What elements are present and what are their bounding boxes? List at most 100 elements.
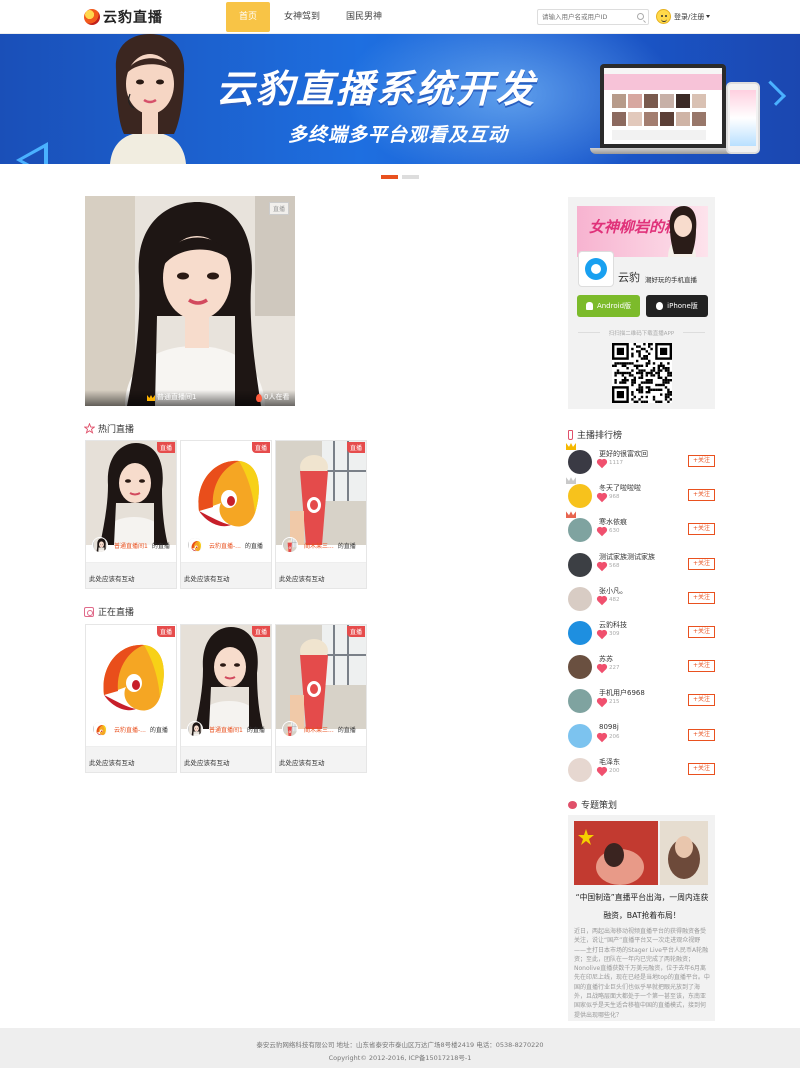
- anchor-name[interactable]: 毛泽东: [599, 757, 620, 767]
- follow-button[interactable]: +关注: [688, 523, 715, 536]
- streamer-avatar[interactable]: [282, 537, 298, 553]
- follow-button[interactable]: +关注: [688, 489, 715, 502]
- heart-icon: [597, 733, 607, 742]
- anchor-avatar[interactable]: [568, 689, 592, 714]
- stream-thumb-image: [188, 722, 202, 736]
- stream-suffix: 的直播: [151, 542, 170, 550]
- ranking-item: 更好的很富欢回 1117 +关注: [566, 443, 716, 476]
- stream-thumb[interactable]: 直播: [276, 625, 366, 729]
- streamer-avatar[interactable]: [187, 537, 203, 553]
- site-footer: 泰安云豹网络科技有限公司 地址：山东省泰安市泰山区万达广场8号楼2419 电话：…: [0, 1028, 800, 1068]
- anchor-name[interactable]: 张小凡。: [599, 586, 627, 596]
- stream-card[interactable]: 直播 云豹直播-... 的直播 此处应该有互动: [85, 624, 177, 773]
- fire-icon: [256, 394, 262, 402]
- anchor-avatar[interactable]: [568, 586, 592, 611]
- nav-item-home[interactable]: 首页: [226, 2, 270, 32]
- streamer-name[interactable]: 云豹直播-...: [209, 541, 241, 550]
- rank-crown-icon: [566, 477, 576, 485]
- follow-button[interactable]: +关注: [688, 728, 715, 741]
- anchor-avatar[interactable]: [568, 723, 592, 748]
- heart-icon: [597, 596, 607, 606]
- site-logo[interactable]: 云豹直播: [84, 8, 163, 26]
- follow-button[interactable]: +关注: [688, 694, 715, 707]
- streamer-name[interactable]: 阁木某三...: [304, 541, 334, 550]
- topic-headline[interactable]: “中国制造”直播平台出海，一周内连获融资，BAT抢着布局！: [574, 889, 710, 925]
- anchor-name[interactable]: 苏苏: [599, 654, 613, 664]
- streamer-name[interactable]: 普通直播间1: [209, 725, 243, 734]
- follow-button[interactable]: +关注: [688, 660, 715, 673]
- stream-thumb[interactable]: 直播: [86, 625, 176, 729]
- follow-button[interactable]: +关注: [688, 557, 715, 570]
- hero-banner[interactable]: 云豹直播系统开发 多终端多平台观看及互动: [0, 34, 800, 164]
- app-ad-banner[interactable]: 女神柳岩的秘密: [577, 206, 708, 257]
- anchor-avatar[interactable]: [568, 518, 592, 543]
- banner-prev-arrow-icon[interactable]: [16, 142, 48, 164]
- topic-box[interactable]: “中国制造”直播平台出海，一周内连获融资，BAT抢着布局！ 近日，两起出海移动视…: [568, 815, 715, 1021]
- anchor-name[interactable]: 冬天了啦啦啦: [599, 483, 641, 493]
- featured-stream-name: 普通直播间1: [157, 393, 197, 401]
- nav-item-god[interactable]: 国民男神: [333, 2, 395, 32]
- streamer-avatar[interactable]: [282, 721, 298, 737]
- anchor-score: 227: [609, 665, 620, 672]
- streamer-avatar[interactable]: [92, 537, 108, 553]
- footer-copyright: Copyright© 2012-2016, ICP备15017218号-1: [328, 1054, 472, 1062]
- stream-card[interactable]: 直播 阁木某三... 的直播 此处应该有互动: [275, 440, 367, 589]
- stream-thumb[interactable]: 直播: [181, 441, 271, 545]
- banner-dot-2[interactable]: [402, 175, 419, 179]
- anchor-avatar[interactable]: [568, 450, 592, 474]
- streamer-avatar[interactable]: [92, 721, 108, 737]
- main-nav: 首页 女神驾到 国民男神: [226, 0, 395, 34]
- anchor-avatar[interactable]: [568, 484, 592, 509]
- app-logo: [578, 251, 614, 287]
- ranking-title-label: 主播排行榜: [577, 431, 623, 441]
- streamer-name[interactable]: 普通直播间1: [114, 541, 148, 550]
- follow-button[interactable]: +关注: [688, 626, 715, 638]
- anchor-score: 200: [609, 767, 620, 774]
- app-download-box: 女神柳岩的秘密 云豹 潮好玩的手机直播 Android版 iPhone版 扫扫描…: [568, 197, 715, 409]
- anchor-avatar[interactable]: [568, 621, 592, 645]
- banner-next-arrow-icon[interactable]: [760, 80, 786, 106]
- logo-mark-icon: [84, 9, 100, 25]
- anchor-name[interactable]: 手机用户6968: [599, 688, 645, 698]
- anchor-avatar[interactable]: [568, 655, 592, 680]
- stream-thumb[interactable]: 直播: [276, 441, 366, 545]
- live-badge: 直播: [251, 626, 270, 637]
- stream-card[interactable]: 直播 阁木某三... 的直播 此处应该有互动: [275, 624, 367, 773]
- ranking-item: 8098j 206 +关注: [568, 720, 716, 750]
- stream-card[interactable]: 直播 普通直播间1 的直播 此处应该有互动: [180, 624, 272, 773]
- login-link[interactable]: 登录/注册: [674, 12, 704, 22]
- stream-card[interactable]: 直播 云豹直播-... 的直播 此处应该有互动: [180, 440, 272, 589]
- featured-stream[interactable]: 直播 普通直播间1 0人在看: [85, 196, 295, 406]
- banner-dot-1[interactable]: [381, 175, 398, 179]
- heart-icon: [597, 459, 607, 469]
- iphone-download-button[interactable]: iPhone版: [646, 295, 708, 317]
- streamer-name[interactable]: 阁木某三...: [304, 725, 334, 734]
- topic-body: 近日，两起出海移动视频直播平台的获得融资备受关注，说让“国产”直播平台又一次走进…: [574, 928, 710, 1019]
- follow-button[interactable]: +关注: [688, 591, 715, 604]
- search-icon[interactable]: [637, 13, 644, 20]
- anchor-avatar[interactable]: [568, 552, 592, 577]
- streamer-avatar[interactable]: [187, 721, 203, 737]
- anchor-avatar[interactable]: [568, 757, 592, 782]
- stream-thumb[interactable]: 直播: [181, 625, 271, 729]
- anchor-name[interactable]: 更好的很富欢回: [599, 449, 648, 459]
- search-input[interactable]: [538, 10, 632, 24]
- ranking-item: 苏苏 227 +关注: [568, 651, 716, 681]
- stream-thumb-image: [283, 538, 297, 552]
- stream-thumb-image: [276, 441, 366, 545]
- follow-button[interactable]: +关注: [688, 762, 715, 775]
- stream-thumb[interactable]: 直播: [86, 441, 176, 545]
- follow-button[interactable]: +关注: [688, 455, 715, 467]
- android-download-button[interactable]: Android版: [577, 295, 640, 317]
- anchor-score: 968: [609, 494, 620, 501]
- laptop-screen: [604, 68, 722, 144]
- anchor-name[interactable]: 测试家族测试家族: [599, 552, 655, 562]
- heart-icon: [597, 528, 607, 537]
- login-menu[interactable]: 登录/注册: [656, 9, 711, 24]
- hot-section-title: 热门直播: [84, 422, 134, 435]
- anchor-name[interactable]: 8098j: [599, 723, 619, 731]
- nav-item-goddess[interactable]: 女神驾到: [271, 2, 333, 32]
- ranking-item: 冬天了啦啦啦 968 +关注: [566, 477, 716, 510]
- stream-card[interactable]: 直播 普通直播间1 的直播 此处应该有互动: [85, 440, 177, 589]
- streamer-name[interactable]: 云豹直播-...: [114, 725, 146, 734]
